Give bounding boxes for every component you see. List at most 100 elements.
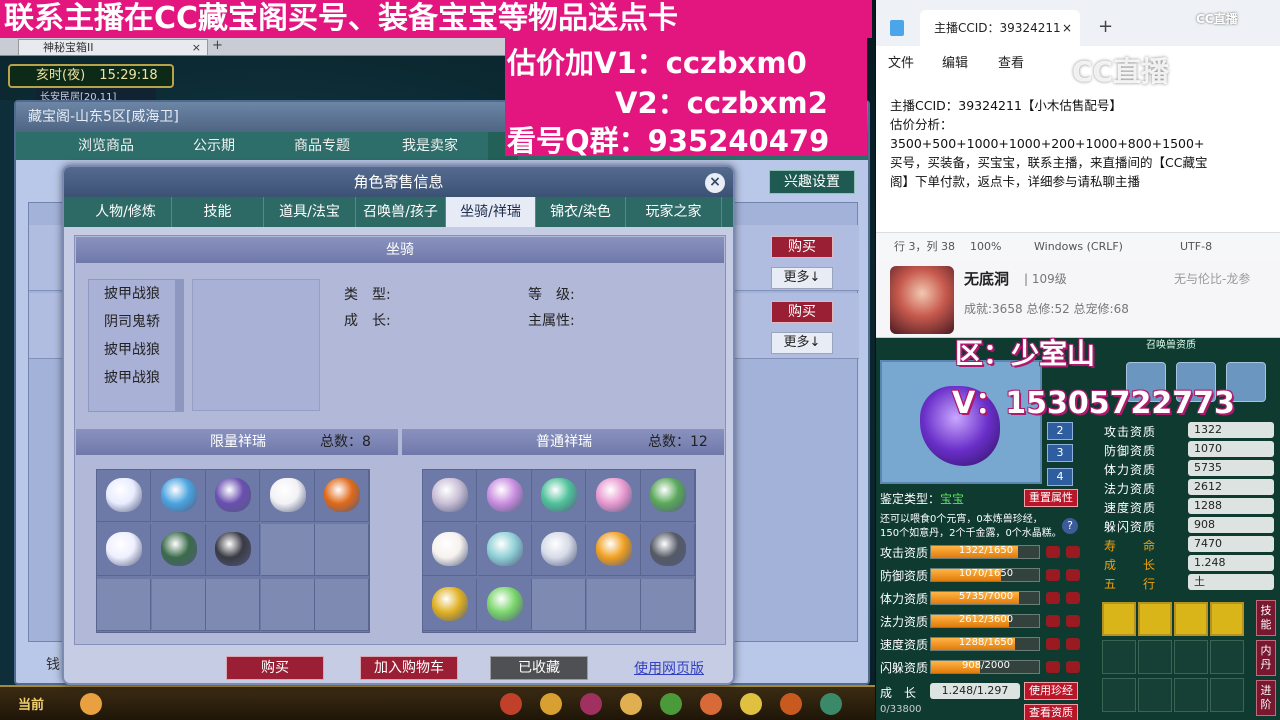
tab-character[interactable]: 人物/修炼 — [80, 197, 172, 227]
core-side-button[interactable]: 内丹 — [1256, 640, 1276, 676]
pet-cell[interactable] — [97, 470, 151, 522]
skill-icon[interactable] — [1102, 602, 1136, 636]
decrease-button[interactable] — [1046, 546, 1060, 558]
notepad-text[interactable]: 主播CCID：39324211【小木估售配号】 估价分析： 3500+500+1… — [890, 96, 1270, 191]
skill-slot[interactable] — [1102, 640, 1136, 674]
list-item[interactable]: 披甲战狼 — [89, 364, 175, 392]
empty-cell[interactable] — [151, 578, 206, 631]
pet-cell[interactable] — [423, 470, 477, 522]
list-item[interactable]: 阴司鬼轿 — [89, 308, 175, 336]
empty-cell[interactable] — [641, 578, 696, 631]
skill-slot[interactable] — [1210, 640, 1244, 674]
pet-cell[interactable] — [641, 524, 696, 577]
decrease-button[interactable] — [1046, 638, 1060, 650]
item-icon[interactable] — [820, 693, 842, 715]
advance-side-button[interactable]: 进阶 — [1256, 680, 1276, 716]
empty-cell[interactable] — [532, 578, 587, 631]
item-icon[interactable] — [620, 693, 642, 715]
decrease-button[interactable] — [1046, 615, 1060, 627]
pet-cell[interactable] — [477, 578, 532, 631]
close-icon[interactable]: × — [705, 173, 725, 193]
item-icon[interactable] — [740, 693, 762, 715]
pet-slot-button[interactable]: 2 — [1047, 422, 1073, 440]
skill-icon[interactable] — [1174, 602, 1208, 636]
close-icon[interactable]: × — [192, 40, 201, 55]
pet-cell[interactable] — [586, 470, 641, 522]
skill-icon[interactable] — [1138, 602, 1172, 636]
pet-cell[interactable] — [532, 470, 587, 522]
tab-items[interactable]: 道具/法宝 — [264, 197, 356, 227]
increase-button[interactable] — [1066, 615, 1080, 627]
pet-cell[interactable] — [206, 524, 261, 577]
empty-cell[interactable] — [315, 524, 370, 577]
add-to-cart-button[interactable]: 加入购物车 — [360, 656, 458, 680]
list-item[interactable]: 披甲战狼 — [89, 280, 175, 308]
empty-cell[interactable] — [97, 578, 151, 631]
tab-outfits[interactable]: 锦衣/染色 — [536, 197, 626, 227]
skill-slot[interactable] — [1174, 640, 1208, 674]
tab-home[interactable]: 玩家之家 — [626, 197, 722, 227]
menu-view[interactable]: 查看 — [998, 52, 1024, 71]
buy-button[interactable]: 购买 — [771, 301, 833, 323]
pet-cell[interactable] — [477, 470, 532, 522]
skill-icon[interactable] — [1210, 602, 1244, 636]
empty-cell[interactable] — [586, 578, 641, 631]
skills-side-button[interactable]: 技能 — [1256, 600, 1276, 636]
help-icon[interactable]: ? — [1062, 518, 1078, 534]
pet-cell[interactable] — [423, 524, 477, 577]
more-button[interactable]: 更多↓ — [771, 267, 833, 289]
tab-mounts[interactable]: 坐骑/祥瑞 — [446, 197, 536, 227]
close-icon[interactable]: × — [1062, 10, 1072, 46]
tab-seller[interactable]: 我是卖家 — [380, 132, 480, 160]
decrease-button[interactable] — [1046, 592, 1060, 604]
current-channel-label[interactable]: 当前 — [18, 694, 44, 713]
skill-slot[interactable] — [1174, 678, 1208, 712]
pet-cell[interactable] — [423, 578, 477, 631]
item-icon[interactable] — [540, 693, 562, 715]
web-version-link[interactable]: 使用网页版 — [634, 658, 704, 678]
empty-cell[interactable] — [206, 578, 261, 631]
pet-cell[interactable] — [315, 470, 370, 522]
pet-cell[interactable] — [97, 524, 151, 577]
new-tab-icon[interactable]: + — [1098, 16, 1113, 37]
emote-icon[interactable] — [80, 693, 102, 715]
tab-publicity[interactable]: 公示期 — [164, 132, 264, 160]
pet-cell[interactable] — [477, 524, 532, 577]
decrease-button[interactable] — [1046, 661, 1060, 673]
pet-cell[interactable] — [532, 524, 587, 577]
pet-cell[interactable] — [586, 524, 641, 577]
pet-slot-button[interactable]: 4 — [1047, 468, 1073, 486]
item-icon[interactable] — [580, 693, 602, 715]
reset-attributes-button[interactable]: 重置属性 — [1024, 489, 1078, 507]
empty-cell[interactable] — [315, 578, 370, 631]
tab-pets[interactable]: 召唤兽/孩子 — [356, 197, 446, 227]
increase-button[interactable] — [1066, 638, 1080, 650]
more-button[interactable]: 更多↓ — [771, 332, 833, 354]
increase-button[interactable] — [1066, 569, 1080, 581]
increase-button[interactable] — [1066, 592, 1080, 604]
decrease-button[interactable] — [1046, 569, 1060, 581]
item-icon[interactable] — [780, 693, 802, 715]
skill-slot[interactable] — [1102, 678, 1136, 712]
interest-settings-button[interactable]: 兴趣设置 — [769, 170, 855, 194]
empty-cell[interactable] — [260, 578, 315, 631]
skill-slot[interactable] — [1138, 640, 1172, 674]
tab-skills[interactable]: 技能 — [172, 197, 264, 227]
pet-slot-button[interactable]: 3 — [1047, 444, 1073, 462]
empty-cell[interactable] — [260, 524, 315, 577]
pet-cell[interactable] — [151, 470, 206, 522]
notepad-tab[interactable]: 主播CCID：39324211 × — [920, 10, 1080, 46]
pet-cell[interactable] — [641, 470, 696, 522]
item-icon[interactable] — [700, 693, 722, 715]
use-scroll-button[interactable]: 使用珍经 — [1024, 682, 1078, 700]
new-tab-icon[interactable]: + — [212, 38, 223, 53]
skill-slot[interactable] — [1138, 678, 1172, 712]
menu-edit[interactable]: 编辑 — [942, 52, 968, 71]
increase-button[interactable] — [1066, 661, 1080, 673]
pet-cell[interactable] — [206, 470, 261, 522]
list-item[interactable]: 披甲战狼 — [89, 336, 175, 364]
tab-topics[interactable]: 商品专题 — [272, 132, 372, 160]
increase-button[interactable] — [1066, 546, 1080, 558]
pet-cell[interactable] — [260, 470, 315, 522]
browser-tab[interactable]: 神秘宝箱II × — [18, 39, 208, 55]
